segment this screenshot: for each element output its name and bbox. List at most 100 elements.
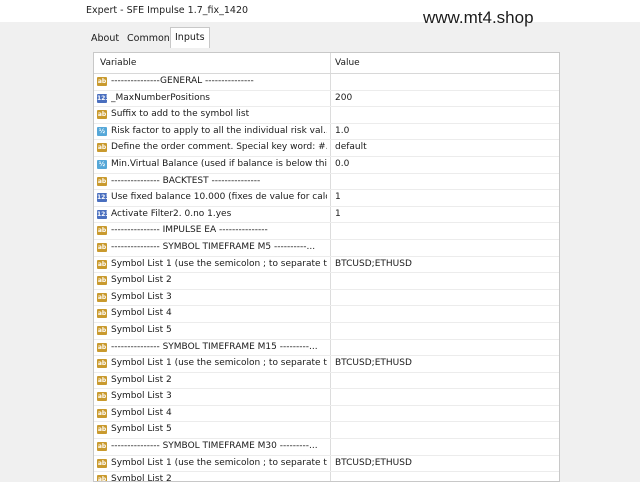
tab-common[interactable]: Common — [122, 28, 175, 48]
ab-icon: ab — [97, 276, 107, 286]
column-header-value[interactable]: Value — [335, 58, 360, 68]
variable-cell[interactable]: ab Symbol List 5 — [94, 422, 331, 439]
variable-name: Use fixed balance 10.000 (fixes de value… — [111, 192, 327, 203]
watermark: www.mt4.shop — [423, 8, 534, 27]
variable-cell[interactable]: ab Suffix to add to the symbol list — [94, 107, 331, 123]
table-row[interactable]: ab Symbol List 2 — [94, 472, 559, 482]
ab-icon: ab — [97, 176, 107, 186]
window-title: Expert - SFE Impulse 1.7_fix_1420 — [86, 5, 249, 16]
ab-icon: ab — [97, 259, 107, 269]
variable-cell[interactable]: ab --------------- SYMBOL TIMEFRAME M15 -… — [94, 339, 331, 356]
variable-cell[interactable]: ab Symbol List 1 (use the semicolon ; to … — [94, 455, 331, 472]
variable-cell[interactable]: ab Symbol List 3 — [94, 289, 331, 306]
table-row[interactable]: ab --------------- IMPULSE EA -----------… — [94, 223, 559, 240]
variable-cell[interactable]: ab --------------- IMPULSE EA -----------… — [94, 223, 331, 239]
table-row[interactable]: 123 Use fixed balance 10.000 (fixes de va… — [94, 190, 559, 207]
variable-name: Symbol List 5 — [111, 424, 172, 435]
double-icon: ½ — [97, 126, 107, 136]
variable-cell[interactable]: 123 Activate Filter2. 0.no 1.yes — [94, 206, 331, 223]
value-cell[interactable]: 1 — [335, 209, 341, 219]
variable-name: Min.Virtual Balance (used if balance is … — [111, 158, 327, 169]
table-row[interactable]: ab Symbol List 1 (use the semicolon ; to … — [94, 356, 559, 373]
variable-cell[interactable]: ½ Risk factor to apply to all the individ… — [94, 123, 331, 140]
variable-cell[interactable]: ab Symbol List 4 — [94, 306, 331, 322]
table-row[interactable]: ab Symbol List 3 — [94, 289, 559, 307]
variable-name: Symbol List 4 — [111, 407, 172, 418]
double-icon: ½ — [97, 159, 107, 169]
variable-cell[interactable]: 123 Use fixed balance 10.000 (fixes de va… — [94, 190, 331, 206]
table-row[interactable]: ab Define the order comment. Special key … — [94, 140, 559, 157]
table-row[interactable]: ab Symbol List 4 — [94, 405, 559, 423]
variable-name: --------------- IMPULSE EA -------------… — [111, 225, 268, 236]
table-row[interactable]: ab Symbol List 1 (use the semicolon ; to … — [94, 455, 559, 473]
variable-name: Symbol List 2 — [111, 275, 172, 286]
variable-name: ---------------GENERAL --------------- — [111, 76, 254, 86]
variable-name: Symbol List 2 — [111, 474, 172, 482]
variable-cell[interactable]: ab Symbol List 2 — [94, 273, 331, 289]
ab-icon: ab — [97, 77, 107, 86]
ab-icon: ab — [97, 475, 107, 481]
table-row[interactable]: ab Symbol List 5 — [94, 322, 559, 340]
tab-about[interactable]: About — [86, 28, 124, 48]
ab-icon: ab — [97, 143, 107, 153]
variable-cell[interactable]: ab Symbol List 2 — [94, 472, 331, 482]
table-row[interactable]: ½ Min.Virtual Balance (used if balance is… — [94, 156, 559, 174]
variable-cell[interactable]: 123 _MaxNumberPositions — [94, 90, 331, 107]
table-row[interactable]: ab --------------- SYMBOL TIMEFRAME M30 -… — [94, 439, 559, 456]
variable-name: Define the order comment. Special key wo… — [111, 142, 327, 153]
value-cell[interactable]: 1.0 — [335, 126, 349, 136]
table-row[interactable]: ab --------------- SYMBOL TIMEFRAME M15 -… — [94, 339, 559, 357]
variable-cell[interactable]: ab Symbol List 1 (use the semicolon ; to … — [94, 356, 331, 372]
value-cell[interactable]: BTCUSD;ETHUSD — [335, 358, 412, 368]
variable-cell[interactable]: ab Symbol List 1 (use the semicolon ; to … — [94, 256, 331, 273]
ab-icon: ab — [97, 408, 107, 418]
table-row[interactable]: ab Symbol List 3 — [94, 389, 559, 406]
variable-cell[interactable]: ½ Min.Virtual Balance (used if balance is… — [94, 156, 331, 173]
variable-name: --------------- BACKTEST --------------- — [111, 175, 261, 186]
value-cell[interactable]: 0.0 — [335, 159, 349, 169]
table-row[interactable]: ab Symbol List 1 (use the semicolon ; to … — [94, 256, 559, 274]
table-row[interactable]: ab Symbol List 4 — [94, 306, 559, 323]
variable-cell[interactable]: ab Symbol List 5 — [94, 322, 331, 339]
value-cell[interactable]: 1 — [335, 192, 341, 202]
table-row[interactable]: 123 Activate Filter2. 0.no 1.yes 1 — [94, 206, 559, 224]
variable-cell[interactable]: ab --------------- BACKTEST -------------… — [94, 173, 331, 190]
ab-icon: ab — [97, 375, 107, 385]
int-icon: 123 — [97, 193, 110, 203]
value-cell[interactable]: BTCUSD;ETHUSD — [335, 458, 412, 468]
variable-cell[interactable]: ab --------------- SYMBOL TIMEFRAME M5 --… — [94, 239, 331, 256]
variable-cell[interactable]: ab Symbol List 4 — [94, 405, 331, 422]
column-header-variable[interactable]: Variable — [100, 58, 136, 68]
table-row[interactable]: ab ---------------GENERAL --------------- — [94, 74, 559, 91]
value-cell[interactable]: BTCUSD;ETHUSD — [335, 259, 412, 269]
variable-name: _MaxNumberPositions — [111, 92, 210, 103]
ab-icon: ab — [97, 359, 107, 369]
value-cell[interactable]: 200 — [335, 93, 352, 103]
column-separator[interactable] — [330, 53, 331, 73]
grid-header: Variable Value — [94, 53, 559, 74]
variable-cell[interactable]: ab Define the order comment. Special key … — [94, 140, 331, 156]
table-row[interactable]: ab Symbol List 5 — [94, 422, 559, 440]
variable-name: Symbol List 5 — [111, 324, 172, 335]
ab-icon: ab — [97, 325, 107, 335]
ab-icon: ab — [97, 425, 107, 435]
variable-name: Symbol List 3 — [111, 391, 172, 402]
variable-name: Symbol List 4 — [111, 308, 172, 319]
table-row[interactable]: 123 _MaxNumberPositions 200 — [94, 90, 559, 108]
ab-icon: ab — [97, 442, 107, 452]
table-row[interactable]: ab --------------- SYMBOL TIMEFRAME M5 --… — [94, 239, 559, 257]
variable-cell[interactable]: ab Symbol List 2 — [94, 372, 331, 389]
table-row[interactable]: ab Symbol List 2 — [94, 372, 559, 390]
variable-cell[interactable]: ab --------------- SYMBOL TIMEFRAME M30 -… — [94, 439, 331, 455]
variable-name: Symbol List 1 (use the semicolon ; to se… — [111, 258, 327, 269]
value-cell[interactable]: default — [335, 142, 367, 152]
table-row[interactable]: ab Suffix to add to the symbol list — [94, 107, 559, 124]
table-row[interactable]: ab Symbol List 2 — [94, 273, 559, 290]
inputs-grid: Variable Value ab ---------------GENERAL … — [93, 52, 560, 482]
tab-inputs[interactable]: Inputs — [170, 27, 210, 48]
variable-cell[interactable]: ab Symbol List 3 — [94, 389, 331, 405]
table-row[interactable]: ab --------------- BACKTEST -------------… — [94, 173, 559, 191]
variable-cell[interactable]: ab ---------------GENERAL --------------- — [94, 74, 331, 90]
table-row[interactable]: ½ Risk factor to apply to all the individ… — [94, 123, 559, 141]
variable-name: Symbol List 3 — [111, 291, 172, 302]
